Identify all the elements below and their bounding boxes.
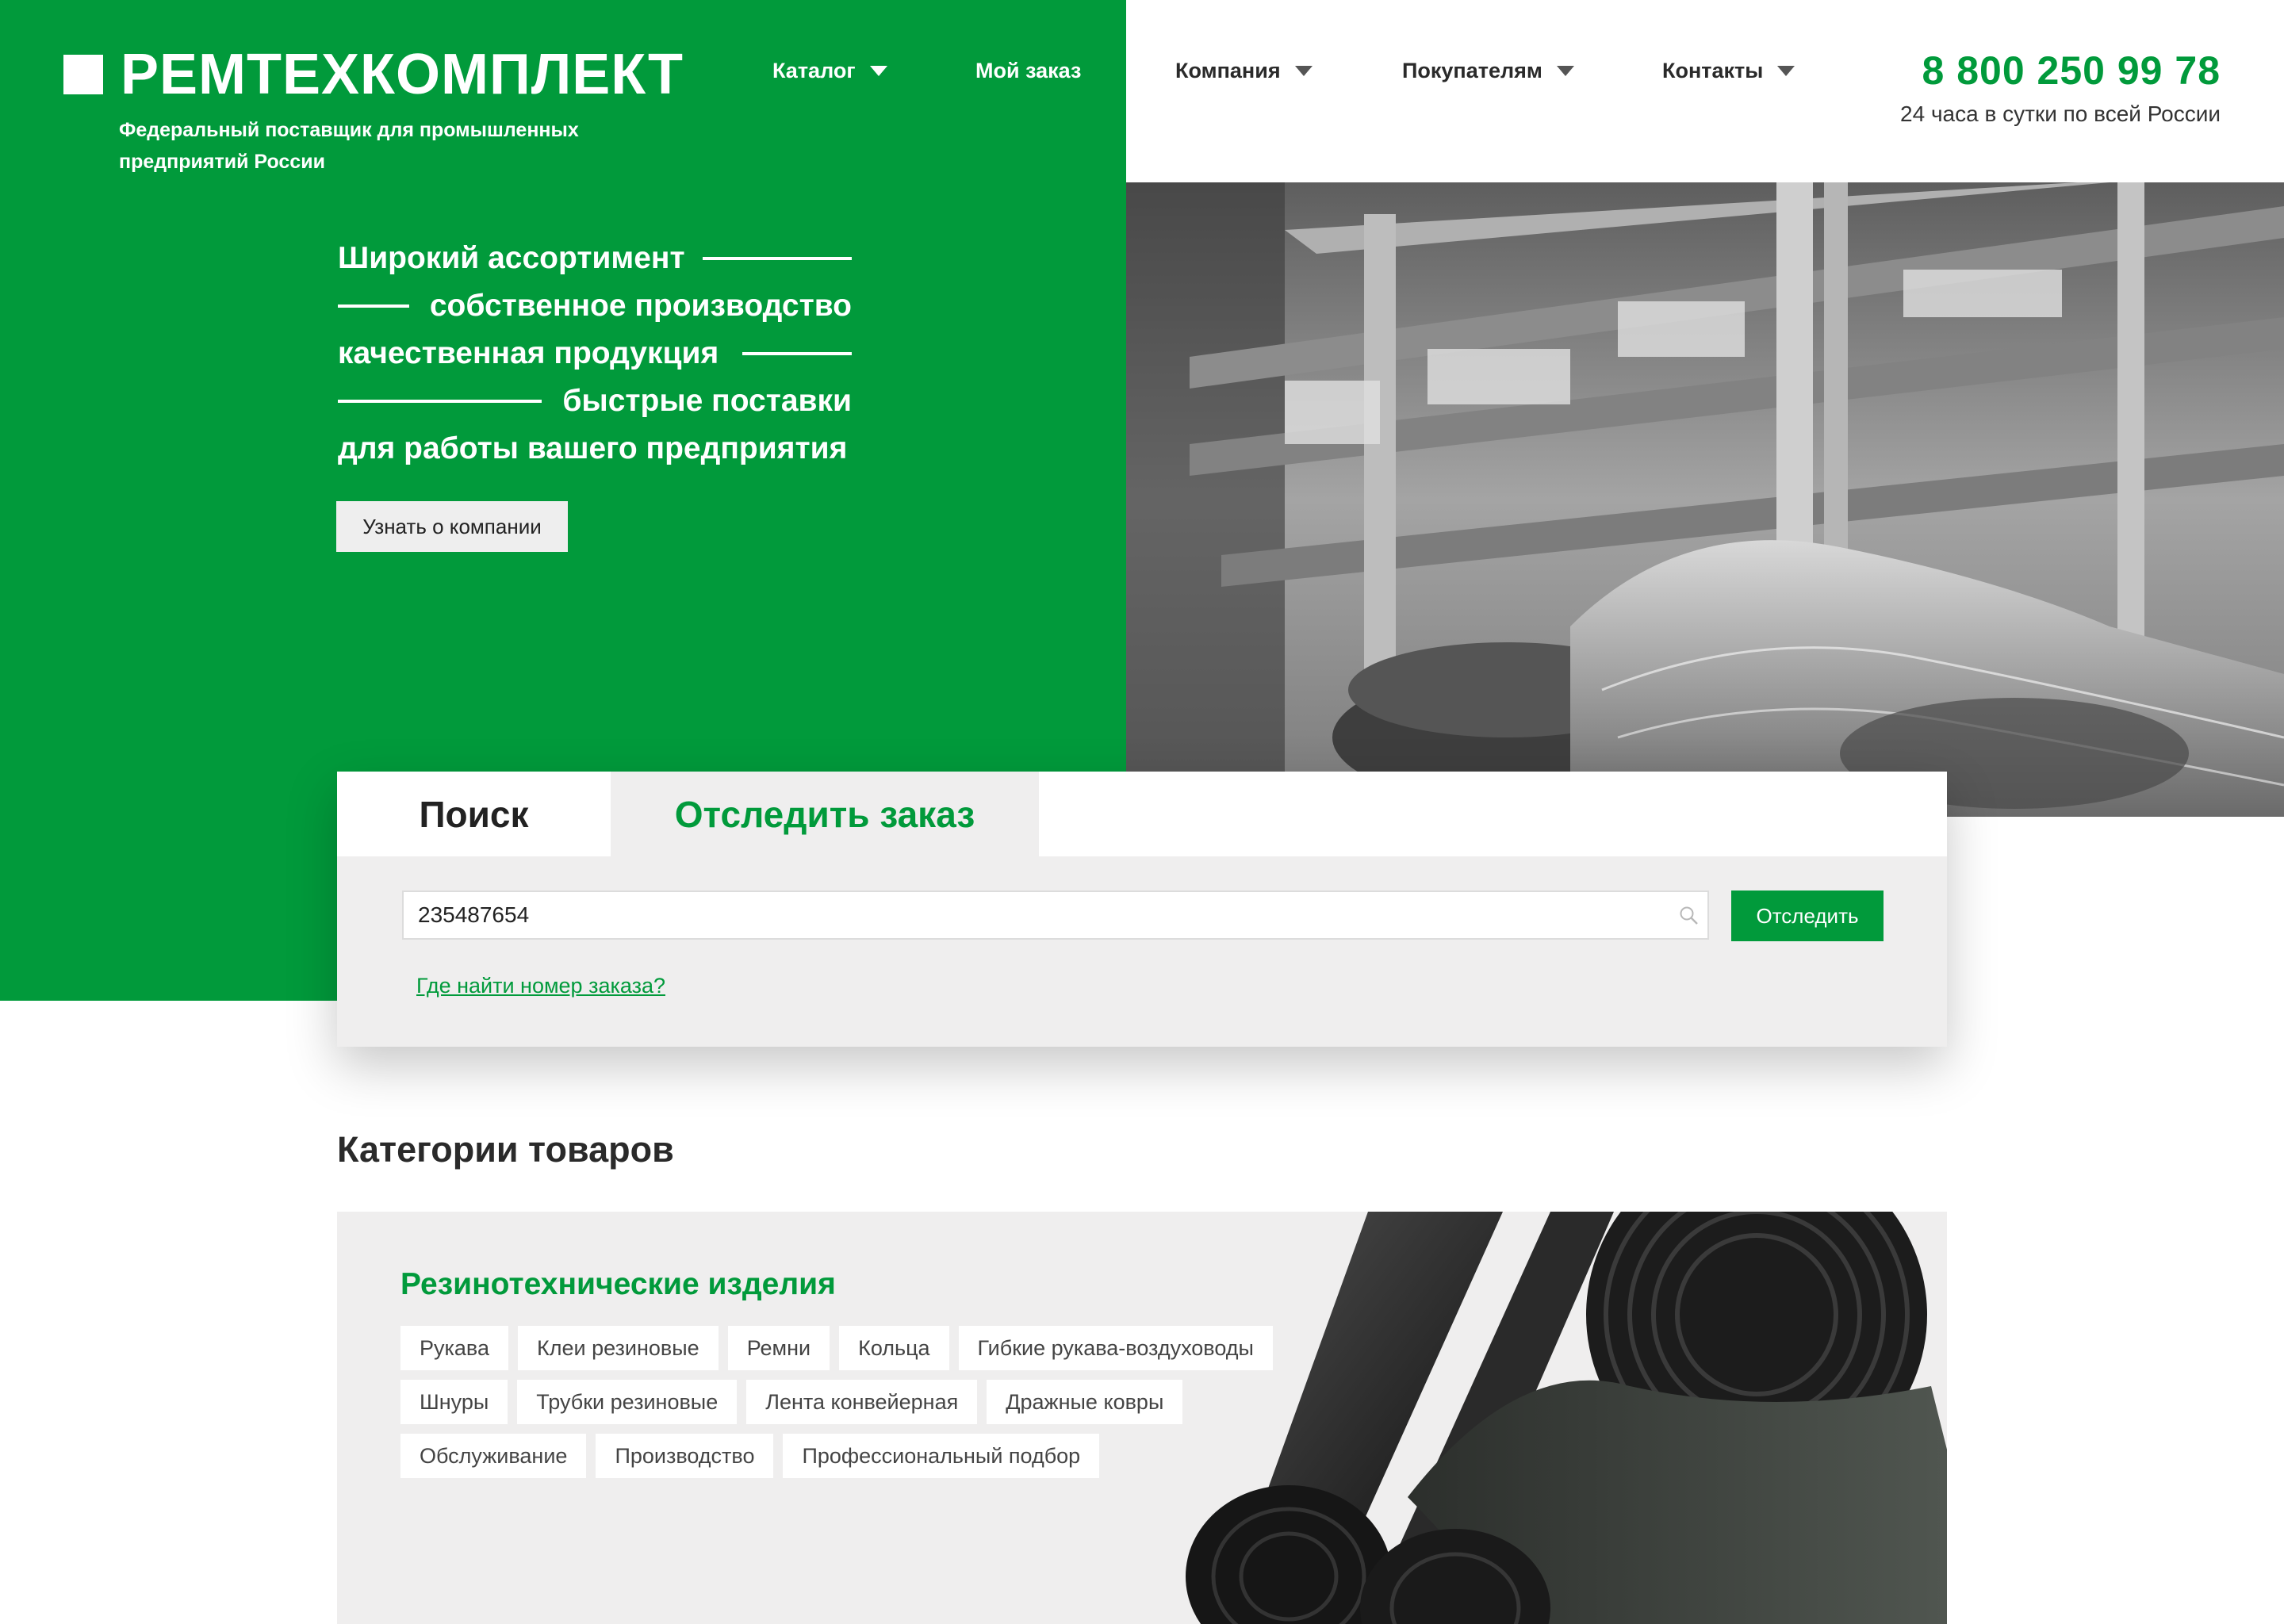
order-tabs: Поиск Отследить заказ (337, 772, 1947, 856)
hero-slogan: Широкий ассортимент собственное производ… (338, 235, 852, 473)
slogan-text: качественная продукция (338, 336, 719, 370)
category-chip[interactable]: Трубки резиновые (517, 1380, 738, 1424)
warehouse-photo (1126, 182, 2284, 817)
slogan-rule (702, 257, 852, 260)
nav-buyers[interactable]: Покупателям (1402, 59, 1574, 83)
category-card-rubber[interactable]: Резинотехнические изделия Рукава Клеи ре… (337, 1212, 1947, 1624)
category-chip[interactable]: Клеи резиновые (518, 1326, 719, 1370)
track-order-button[interactable]: Отследить (1731, 891, 1884, 941)
chevron-down-icon (1294, 66, 1313, 76)
about-company-button[interactable]: Узнать о компании (336, 501, 568, 552)
category-chip[interactable]: Обслуживание (400, 1434, 587, 1478)
chevron-down-icon (1556, 66, 1574, 76)
nav-my-order[interactable]: Мой заказ (975, 59, 1081, 83)
tab-track-order[interactable]: Отследить заказ (611, 772, 1039, 856)
slogan-rule (338, 400, 542, 403)
nav-contacts[interactable]: Контакты (1662, 59, 1795, 83)
order-number-help-link[interactable]: Где найти номер заказа? (416, 974, 665, 998)
nav-my-order-label: Мой заказ (975, 59, 1082, 82)
slogan-line: собственное производство (338, 282, 852, 330)
category-chip[interactable]: Лента конвейерная (746, 1380, 978, 1424)
slogan-text: быстрые поставки (562, 384, 852, 418)
slogan-text: Широкий ассортимент (338, 241, 685, 275)
category-chip[interactable]: Шнуры (400, 1380, 508, 1424)
tab-search[interactable]: Поиск (337, 772, 611, 856)
slogan-text: собственное производство (429, 289, 852, 323)
phone-number[interactable]: 8 800 250 99 78 (1922, 48, 2221, 94)
nav-buyers-label: Покупателям (1402, 59, 1542, 82)
logo-text: РЕМТЕХКОМПЛЕКТ (121, 43, 684, 106)
nav-catalog[interactable]: Каталог (772, 59, 887, 83)
nav-contacts-label: Контакты (1662, 59, 1764, 82)
search-icon[interactable] (1679, 906, 1700, 926)
order-panel: Поиск Отследить заказ Отследить Где найт… (337, 772, 1947, 1047)
category-chip[interactable]: Кольца (839, 1326, 949, 1370)
slogan-rule (742, 352, 852, 355)
slogan-line: для работы вашего предприятия (338, 425, 852, 473)
phone-note: 24 часа в сутки по всей России (1900, 102, 2221, 126)
order-panel-body: Отследить Где найти номер заказа? (337, 856, 1947, 1047)
chevron-down-icon (1777, 66, 1795, 76)
category-chip[interactable]: Производство (596, 1434, 774, 1478)
nav-catalog-label: Каталог (772, 59, 856, 82)
category-chips: Рукава Клеи резиновые Ремни Кольца Гибки… (400, 1326, 1289, 1478)
logo[interactable]: РЕМТЕХКОМПЛЕКТ (63, 46, 684, 103)
chevron-down-icon (869, 66, 887, 76)
slogan-line: качественная продукция (338, 330, 852, 377)
category-chip[interactable]: Рукава (400, 1326, 508, 1370)
category-chip[interactable]: Ремни (727, 1326, 830, 1370)
category-chip[interactable]: Дражные ковры (987, 1380, 1183, 1424)
logo-square-icon (63, 55, 103, 94)
categories-heading: Категории товаров (337, 1129, 674, 1170)
category-card-title[interactable]: Резинотехнические изделия (400, 1267, 836, 1302)
company-tagline: Федеральный поставщик для промышленных п… (119, 119, 579, 173)
nav-company[interactable]: Компания (1175, 59, 1313, 83)
rubber-rolls-image (1186, 1212, 1947, 1624)
slogan-text: для работы вашего предприятия (338, 431, 848, 465)
slogan-line: Широкий ассортимент (338, 235, 852, 282)
nav-company-label: Компания (1175, 59, 1281, 82)
order-number-input[interactable] (402, 891, 1709, 940)
category-chip[interactable]: Профессиональный подбор (783, 1434, 1100, 1478)
slogan-rule (338, 304, 409, 308)
slogan-line: быстрые поставки (338, 377, 852, 425)
